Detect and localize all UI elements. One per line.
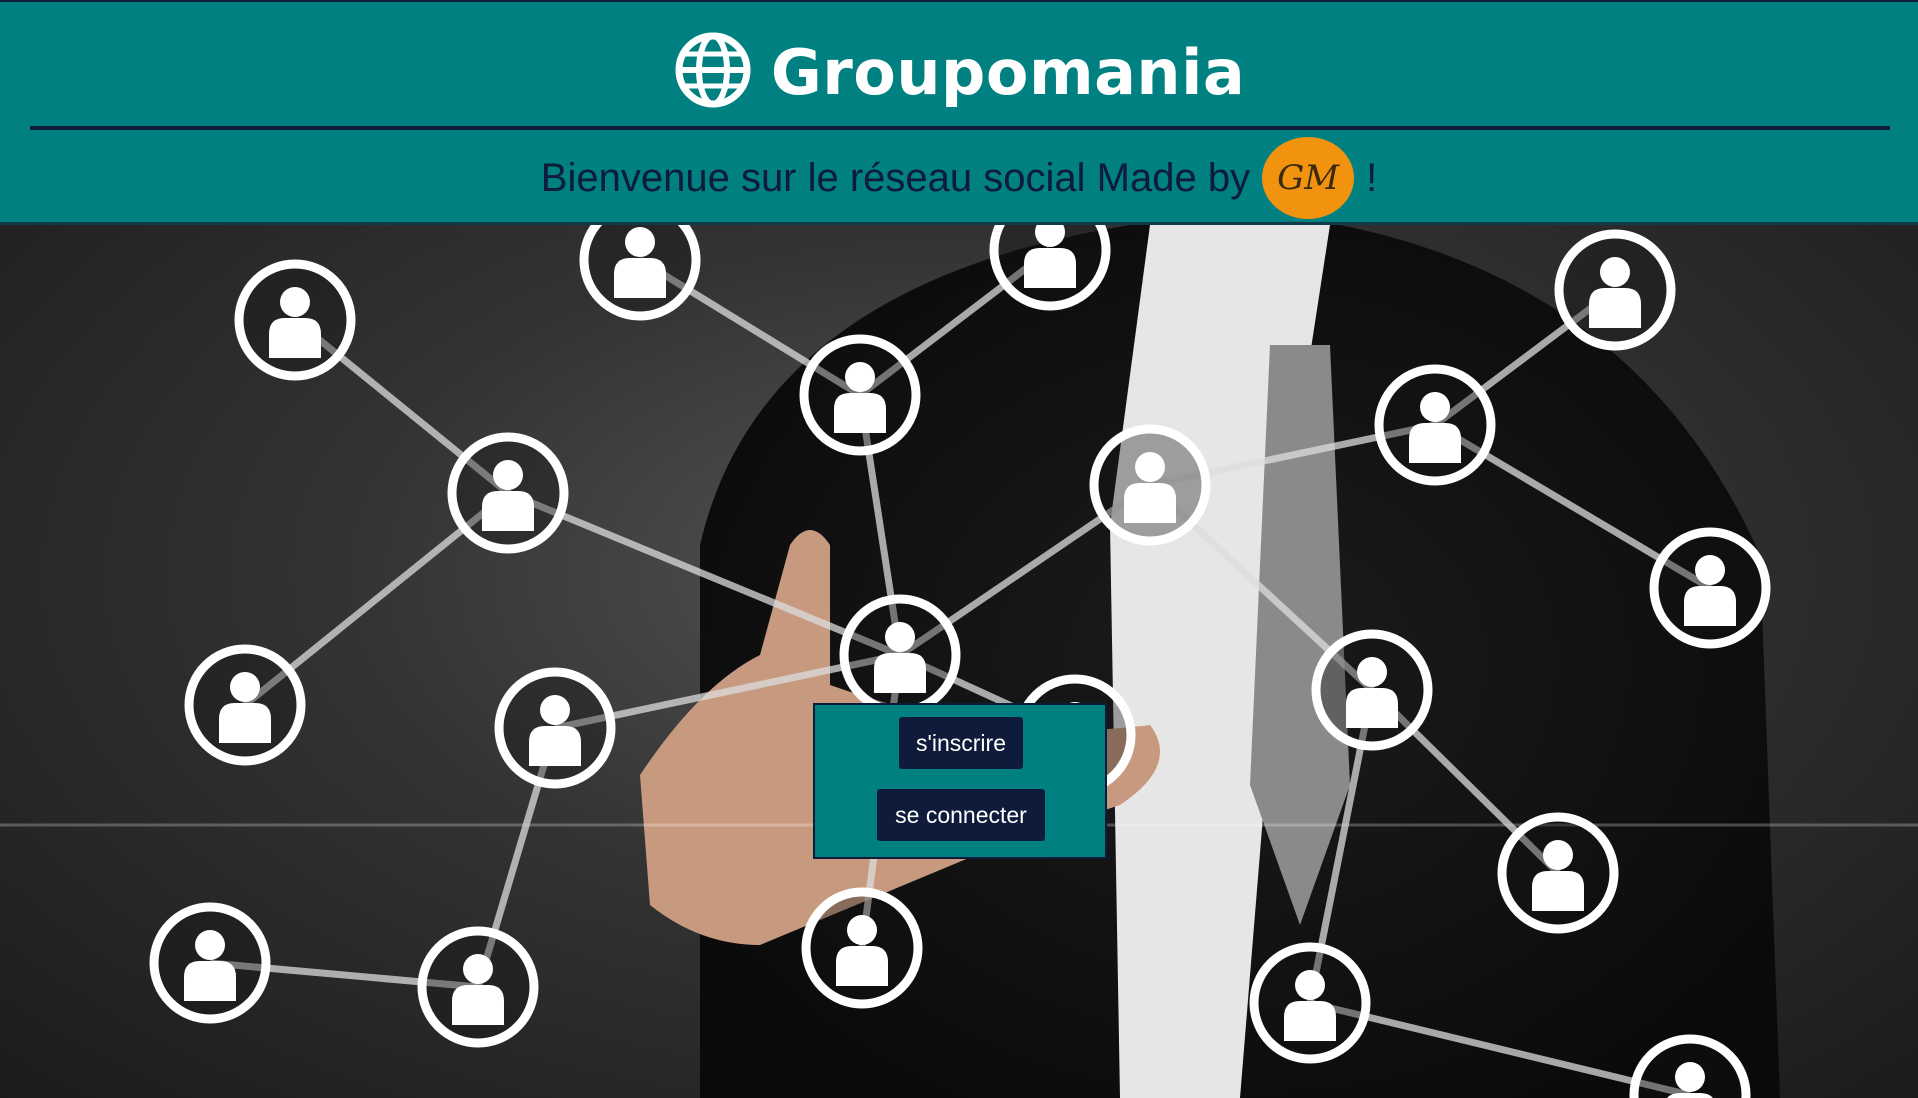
brand-name: Groupomania [770, 35, 1246, 109]
user-node-icon [1497, 812, 1619, 934]
user-node-icon [494, 667, 616, 789]
user-node-icon [447, 432, 569, 554]
network-illustration [0, 225, 1918, 1098]
header-divider [30, 126, 1890, 130]
maker-logo: GM [1262, 137, 1355, 219]
login-button[interactable]: se connecter [877, 789, 1045, 841]
auth-panel: s'inscrire se connecter [813, 703, 1107, 859]
globe-icon [673, 30, 753, 115]
site-header: Groupomania Bienvenue sur le réseau soci… [0, 0, 1918, 225]
user-node-icon [1649, 527, 1771, 649]
welcome-text: Bienvenue sur le réseau social Made by [540, 155, 1251, 200]
user-node-icon [1089, 424, 1211, 546]
user-node-icon [579, 225, 701, 321]
user-node-icon [989, 225, 1111, 311]
user-node-icon [1554, 229, 1676, 351]
user-node-icon [799, 334, 921, 456]
user-node-icon [1249, 942, 1371, 1064]
welcome-banner: Bienvenue sur le réseau social Made by G… [0, 136, 1918, 220]
user-node-icon [234, 259, 356, 381]
user-node-icon [417, 926, 539, 1048]
user-node-icon [184, 644, 306, 766]
user-node-icon [839, 594, 961, 716]
hero-image: s'inscrire se connecter [0, 225, 1918, 1098]
signup-button[interactable]: s'inscrire [899, 717, 1023, 769]
user-node-icon [1374, 364, 1496, 486]
user-node-icon [1311, 629, 1433, 751]
user-node-icon [149, 902, 271, 1024]
user-node-icon [801, 887, 923, 1009]
brand[interactable]: Groupomania [0, 32, 1918, 112]
welcome-suffix: ! [1366, 155, 1378, 200]
